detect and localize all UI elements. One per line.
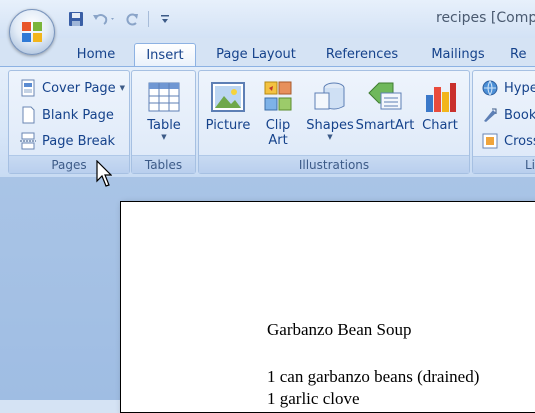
- customize-toolbar-icon[interactable]: [155, 9, 175, 29]
- mouse-pointer-icon: [96, 160, 112, 187]
- hyperlink-button[interactable]: Hype: [481, 77, 535, 99]
- redo-icon[interactable]: [122, 9, 142, 29]
- cover-page-icon: [21, 79, 35, 97]
- document-line: 1 garlic clove: [267, 389, 360, 408]
- document-page[interactable]: Garbanzo Bean Soup 1 can garbanzo beans …: [120, 201, 535, 413]
- bookmark-button[interactable]: Book: [481, 104, 535, 126]
- ribbon: Cover Page ▼ Blank Page Page Break Pages…: [0, 66, 535, 178]
- page-break-label: Page Break: [42, 133, 116, 149]
- picture-button[interactable]: Picture: [205, 79, 251, 133]
- picture-icon: [211, 82, 245, 112]
- shapes-button[interactable]: Shapes ▼: [303, 79, 357, 141]
- document-workspace: Garbanzo Bean Soup 1 can garbanzo beans …: [0, 177, 535, 413]
- save-icon[interactable]: [66, 9, 86, 29]
- illustrations-group: Picture Clip Art Shapes ▼ SmartArt Chart…: [198, 70, 470, 174]
- undo-icon[interactable]: [90, 9, 118, 29]
- tab-references[interactable]: References: [316, 43, 408, 66]
- office-logo-icon: [22, 22, 42, 42]
- bookmark-label: Book: [504, 107, 535, 123]
- smartart-icon: [368, 82, 402, 110]
- shapes-label: Shapes: [306, 118, 354, 133]
- links-group-label: Li: [473, 156, 535, 173]
- bookmark-icon: [484, 108, 497, 122]
- quick-access-toolbar: [66, 8, 175, 30]
- cross-reference-button[interactable]: Cross: [481, 130, 535, 152]
- clip-art-button[interactable]: Clip Art: [256, 79, 300, 148]
- smartart-button[interactable]: SmartArt: [355, 79, 415, 133]
- table-label: Table: [147, 118, 181, 133]
- chart-icon: [426, 83, 456, 112]
- toolbar-separator: [148, 11, 149, 27]
- document-line: Garbanzo Bean Soup: [267, 320, 412, 339]
- smartart-label: SmartArt: [355, 118, 415, 133]
- table-button[interactable]: Table ▼: [144, 79, 184, 141]
- document-line: 1 can garbanzo beans (drained): [267, 367, 480, 386]
- tab-insert[interactable]: Insert: [134, 43, 196, 67]
- chart-button[interactable]: Chart: [418, 79, 462, 133]
- table-icon: [148, 82, 180, 112]
- tab-home[interactable]: Home: [68, 43, 124, 66]
- picture-label: Picture: [205, 118, 251, 133]
- tab-mailings[interactable]: Mailings: [420, 43, 496, 66]
- clip-art-label-line1: Clip: [265, 118, 291, 133]
- chart-label: Chart: [422, 118, 458, 133]
- ribbon-tabs: Home Insert Page Layout References Maili…: [0, 38, 535, 67]
- clip-art-label-line2: Art: [268, 133, 288, 148]
- illustrations-group-label: Illustrations: [199, 155, 469, 173]
- cover-page-button[interactable]: Cover Page ▼: [19, 77, 125, 99]
- chevron-down-icon: ▼: [119, 84, 126, 92]
- office-button[interactable]: [9, 9, 55, 55]
- cross-reference-label: Cross: [504, 133, 535, 149]
- title-bar: recipes [Comp: [0, 0, 535, 38]
- clip-art-icon: [264, 81, 292, 111]
- tables-group-label: Tables: [132, 155, 195, 173]
- tables-group: Table ▼ Tables: [131, 70, 196, 174]
- tab-review[interactable]: Re: [510, 43, 535, 66]
- pages-group: Cover Page ▼ Blank Page Page Break Pages: [8, 70, 130, 174]
- window-title: recipes [Comp: [436, 10, 535, 26]
- links-group: Hype Book Cross Li: [472, 70, 535, 174]
- hyperlink-label: Hype: [504, 80, 535, 96]
- blank-page-button[interactable]: Blank Page: [19, 104, 114, 126]
- blank-page-icon: [22, 106, 35, 124]
- tab-page-layout[interactable]: Page Layout: [206, 43, 306, 66]
- page-break-icon: [20, 132, 36, 150]
- blank-page-label: Blank Page: [42, 107, 114, 123]
- shapes-icon: [314, 82, 345, 110]
- cross-reference-icon: [482, 133, 498, 149]
- chevron-down-icon: ▼: [327, 133, 333, 141]
- page-break-button[interactable]: Page Break: [19, 130, 115, 152]
- hyperlink-icon: [482, 80, 498, 96]
- chevron-down-icon: ▼: [161, 133, 167, 141]
- cover-page-label: Cover Page: [42, 80, 116, 96]
